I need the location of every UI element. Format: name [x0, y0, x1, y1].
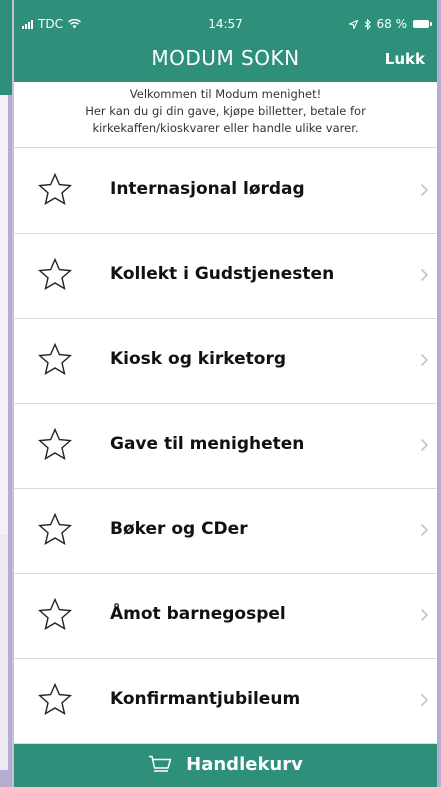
star-outline-icon[interactable]	[37, 342, 73, 378]
list-item-internasjonal-lordag[interactable]: Internasjonal lørdag	[14, 149, 437, 234]
background-app-peek-right	[437, 0, 441, 787]
background-app-content	[0, 95, 8, 535]
list-item-label: Kollekt i Gudstjenesten	[110, 264, 335, 284]
product-list: Internasjonal lørdag Kollekt i Gudstjene…	[14, 149, 437, 744]
star-outline-icon[interactable]	[37, 682, 73, 718]
welcome-line: Velkommen til Modum menighet!	[129, 87, 322, 101]
star-outline-icon[interactable]	[37, 257, 73, 293]
welcome-message: Velkommen til Modum menighet! Her kan du…	[14, 82, 437, 148]
star-outline-icon[interactable]	[37, 427, 73, 463]
list-item-label: Gave til menigheten	[110, 434, 305, 454]
list-item-label: Åmot barnegospel	[110, 604, 286, 624]
chevron-right-icon	[420, 608, 429, 622]
list-item-boker-og-cder[interactable]: Bøker og CDer	[14, 489, 437, 574]
cart-label: Handlekurv	[186, 754, 303, 775]
chevron-right-icon	[420, 438, 429, 452]
bluetooth-icon	[364, 18, 371, 30]
chevron-right-icon	[420, 268, 429, 282]
chevron-right-icon	[420, 353, 429, 367]
battery-icon	[413, 20, 432, 28]
app-window: TDC 14:57 68 % MODUM SOKN Lukk Velkommen…	[14, 0, 437, 787]
list-item-label: Konfirmantjubileum	[110, 689, 301, 709]
star-outline-icon[interactable]	[37, 597, 73, 633]
list-item-kollekt-i-gudstjenesten[interactable]: Kollekt i Gudstjenesten	[14, 234, 437, 319]
cart-content: Handlekurv	[14, 754, 437, 775]
list-item-kiosk-og-kirketorg[interactable]: Kiosk og kirketorg	[14, 319, 437, 404]
chevron-right-icon	[420, 183, 429, 197]
location-arrow-icon	[348, 19, 358, 29]
welcome-line: kirkekaffen/kioskvarer eller handle ulik…	[92, 121, 359, 135]
status-bar: TDC 14:57 68 %	[14, 0, 437, 38]
status-right: 68 %	[348, 17, 432, 31]
shopping-cart-icon	[149, 755, 172, 772]
list-item-amot-barnegospel[interactable]: Åmot barnegospel	[14, 574, 437, 659]
background-app-content-lower	[0, 535, 8, 770]
background-app-peek-left	[0, 0, 12, 787]
list-item-konfirmantjubileum[interactable]: Konfirmantjubileum	[14, 659, 437, 744]
chevron-right-icon	[420, 523, 429, 537]
background-app-header	[0, 0, 12, 95]
close-button[interactable]: Lukk	[385, 50, 425, 68]
shopping-cart-button[interactable]: Handlekurv	[14, 744, 437, 787]
list-item-label: Internasjonal lørdag	[110, 179, 305, 199]
chevron-right-icon	[420, 693, 429, 707]
welcome-line: Her kan du gi din gave, kjøpe billetter,…	[85, 104, 366, 118]
navigation-bar: MODUM SOKN Lukk	[14, 38, 437, 82]
list-item-label: Bøker og CDer	[110, 519, 248, 539]
list-item-label: Kiosk og kirketorg	[110, 349, 287, 369]
star-outline-icon[interactable]	[37, 172, 73, 208]
list-item-gave-til-menigheten[interactable]: Gave til menigheten	[14, 404, 437, 489]
page-title: MODUM SOKN	[151, 46, 300, 70]
battery-percent: 68 %	[376, 17, 408, 31]
star-outline-icon[interactable]	[37, 512, 73, 548]
